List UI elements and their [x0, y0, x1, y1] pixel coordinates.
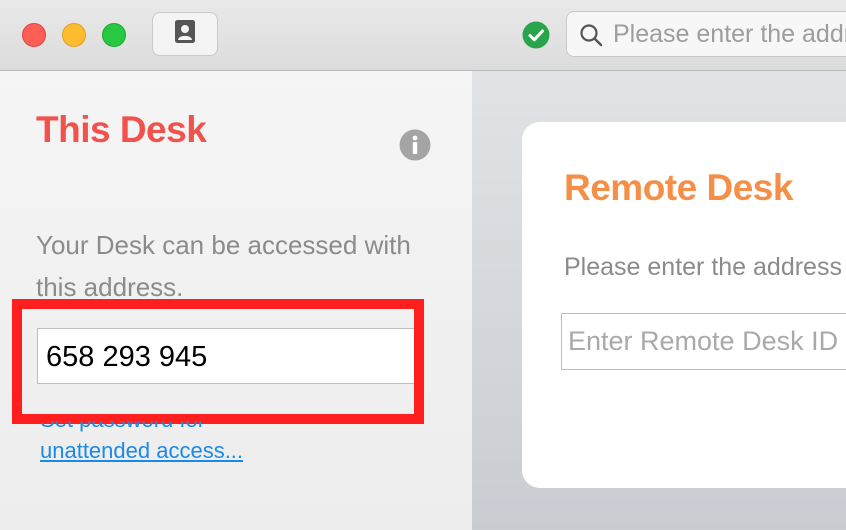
- this-desk-description: Your Desk can be accessed with this addr…: [36, 230, 411, 302]
- this-desk-title: This Desk: [36, 109, 207, 150]
- remote-desk-card: Remote Desk Please enter the address of …: [522, 122, 846, 488]
- remote-desk-id-input[interactable]: [561, 313, 846, 370]
- search-icon: [579, 23, 603, 47]
- checkmark-circle-icon: [522, 21, 550, 49]
- search-input[interactable]: [613, 18, 846, 50]
- set-password-link[interactable]: Set password for unattended access...: [40, 421, 300, 466]
- set-password-link-line2: unattended access...: [40, 438, 244, 463]
- remote-desk-description: Please enter the address of the remote D…: [564, 253, 846, 281]
- title-bar: [0, 0, 846, 71]
- zoom-window-button[interactable]: [102, 23, 126, 47]
- app-window: This Desk Your Desk can be accessed with…: [0, 0, 846, 530]
- minimize-window-button[interactable]: [62, 23, 86, 47]
- this-desk-panel: This Desk Your Desk can be accessed with…: [0, 71, 472, 530]
- highlight-annotation: [12, 299, 424, 424]
- address-book-button[interactable]: [152, 12, 218, 56]
- remote-desk-panel: Remote Desk Please enter the address of …: [472, 71, 846, 530]
- set-password-link-line1: Set password for: [40, 421, 205, 432]
- search-field[interactable]: [566, 11, 846, 57]
- info-icon[interactable]: [399, 129, 431, 161]
- remote-desk-title: Remote Desk: [564, 167, 793, 208]
- address-book-icon: [172, 19, 198, 50]
- close-window-button[interactable]: [22, 23, 46, 47]
